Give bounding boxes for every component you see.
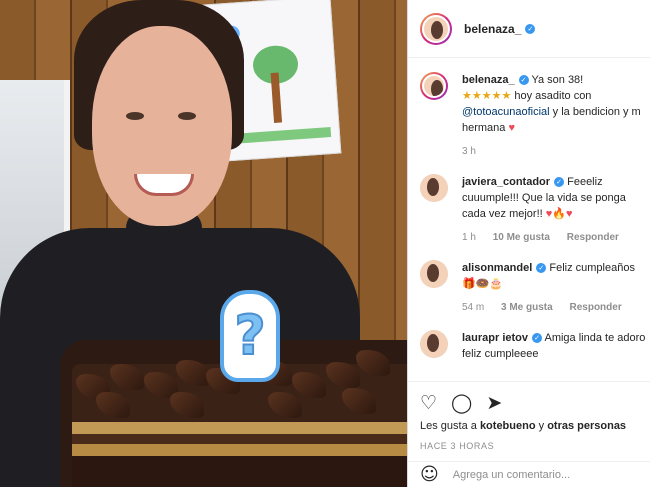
comment-input-bar: ☺ Agrega un comentario... — [408, 461, 650, 487]
verified-icon: ✓ — [536, 263, 547, 274]
caption-time: 3 h — [462, 146, 476, 157]
verified-icon: ✓ — [532, 333, 543, 344]
cake-layer — [72, 456, 407, 487]
comment-input[interactable]: Agrega un comentario... — [453, 469, 570, 481]
share-icon[interactable]: ➤ — [486, 393, 502, 413]
verified-icon: ✓ — [518, 75, 529, 86]
post-timestamp: HACE 3 HORAS — [420, 441, 495, 451]
verified-icon: ✓ — [525, 23, 536, 34]
comment-likes[interactable]: 10 Me gusta — [493, 232, 550, 243]
stars: ★★★★★ — [462, 90, 512, 102]
candle-symbol: ? — [233, 304, 266, 367]
comment-meta: 1 h 10 Me gusta Responder — [462, 230, 648, 246]
caption-text-2: hoy asadito con — [514, 90, 592, 102]
mention-link[interactable]: @totoacunaoficial — [462, 106, 550, 118]
comment-username[interactable]: alisonmandel — [462, 262, 532, 274]
avatar[interactable] — [420, 12, 452, 45]
caption-meta: 3 h — [462, 144, 648, 160]
instagram-post: ? belenaza_ ✓ belenaza_ ✓ Ya son 38! ★★★★… — [0, 0, 650, 487]
caption-text: belenaza_ ✓ Ya son 38! ★★★★★ hoy asadito … — [462, 72, 648, 160]
comment-likes[interactable]: 3 Me gusta — [501, 302, 553, 313]
heart-emoji: ♥ — [508, 122, 516, 134]
comment-text: laurapr ietov ✓ Amiga linda te adoro feli… — [462, 330, 648, 362]
post-sidebar: belenaza_ ✓ belenaza_ ✓ Ya son 38! ★★★★★ … — [407, 0, 650, 487]
comment-time: 1 h — [462, 232, 476, 243]
header-username[interactable]: belenaza_ — [464, 22, 521, 36]
comment-emojis: 🎁🍩🎂 — [462, 278, 504, 290]
comment-text: alisonmandel ✓ Feliz cumpleaños 🎁🍩🎂 54 m … — [462, 260, 648, 316]
post-photo[interactable]: ? — [0, 0, 407, 487]
avatar[interactable] — [420, 174, 448, 202]
other-likers[interactable]: otras personas — [547, 420, 626, 432]
cake-layer — [72, 444, 407, 456]
person-face — [92, 26, 232, 226]
liker-username[interactable]: kotebueno — [480, 420, 536, 432]
left-eye — [126, 112, 144, 120]
comment-meta: 54 m 3 Me gusta Responder — [462, 300, 648, 316]
likes-prefix: Les gusta a — [420, 420, 477, 432]
comment-username[interactable]: laurapr ietov — [462, 332, 528, 344]
cake-layer — [72, 434, 407, 444]
avatar[interactable] — [420, 330, 448, 358]
likes-summary: Les gusta a kotebueno y otras personas — [420, 420, 626, 432]
comments-list: belenaza_ ✓ Ya son 38! ★★★★★ hoy asadito … — [420, 72, 650, 376]
post-header: belenaza_ ✓ — [408, 0, 650, 58]
avatar[interactable] — [420, 72, 448, 100]
caption-text-1: Ya son 38! — [531, 74, 584, 86]
reply-button[interactable]: Responder — [567, 232, 619, 243]
comment-body: Feliz cumpleaños — [549, 262, 635, 274]
reply-button[interactable]: Responder — [569, 302, 621, 313]
comment-item: javiera_contador ✓ Feeeliz cuuumple!!! Qu… — [420, 174, 650, 246]
emoji-icon[interactable]: ☺ — [420, 464, 439, 485]
post-actions: ♡ ◯ ➤ — [420, 391, 650, 415]
comment-time: 54 m — [462, 302, 485, 313]
comment-text: javiera_contador ✓ Feeeliz cuuumple!!! Qu… — [462, 174, 648, 246]
right-eye — [178, 112, 196, 120]
comment-item: alisonmandel ✓ Feliz cumpleaños 🎁🍩🎂 54 m … — [420, 260, 650, 316]
comment-username[interactable]: javiera_contador — [462, 176, 550, 188]
caption: belenaza_ ✓ Ya son 38! ★★★★★ hoy asadito … — [420, 72, 650, 160]
question-mark-candle: ? — [220, 290, 280, 382]
heart-icon[interactable]: ♡ — [420, 393, 437, 413]
caption-username[interactable]: belenaza_ — [462, 74, 515, 86]
comment-icon[interactable]: ◯ — [451, 393, 472, 413]
divider — [408, 381, 650, 382]
cake-layer — [72, 422, 407, 434]
smile — [134, 174, 194, 196]
comment-item: laurapr ietov ✓ Amiga linda te adoro feli… — [420, 330, 650, 362]
avatar[interactable] — [420, 260, 448, 288]
likes-mid: y — [538, 420, 545, 432]
verified-icon: ✓ — [554, 177, 565, 188]
comment-emojis: ♥🔥♥ — [545, 208, 573, 220]
